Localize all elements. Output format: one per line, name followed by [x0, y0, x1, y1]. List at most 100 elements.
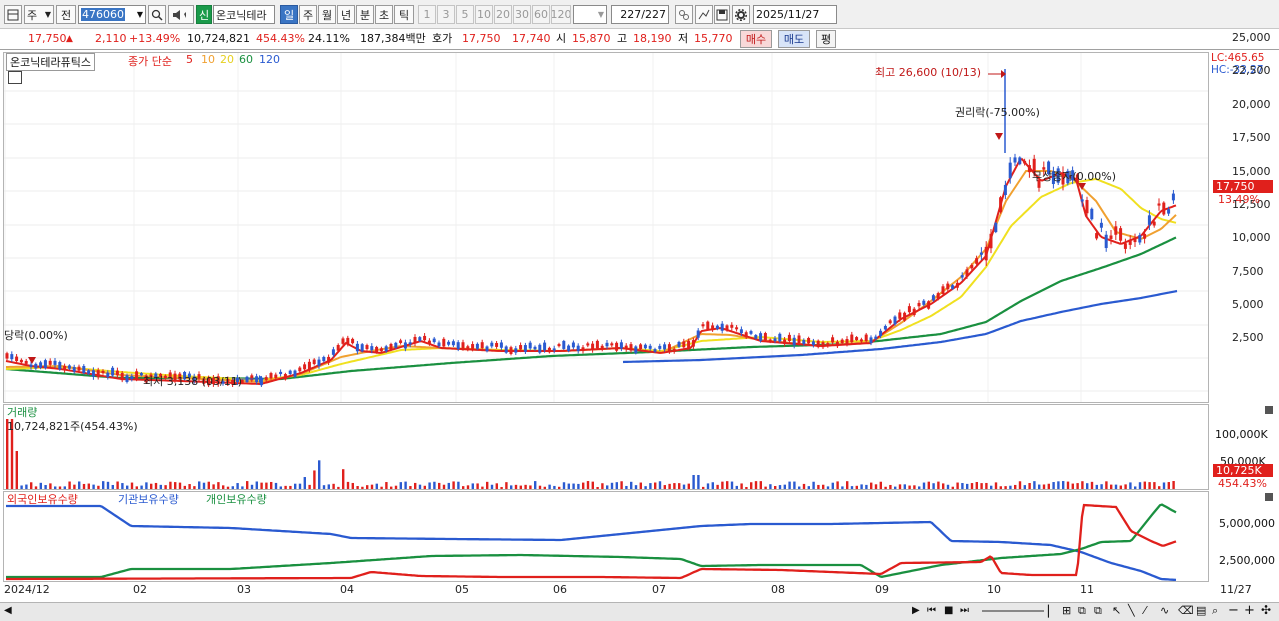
interval-20[interactable]: 20 — [494, 5, 512, 24]
ma-legend-10: 10 — [201, 53, 215, 66]
holding-panel-close-icon[interactable] — [1265, 493, 1273, 501]
tab-year[interactable]: 년 — [337, 5, 355, 24]
tab-day[interactable]: 일 — [280, 5, 298, 24]
volume-bar — [313, 470, 316, 489]
search-icon[interactable] — [148, 5, 166, 24]
volume-bar — [1162, 482, 1166, 489]
holding-line-individual — [6, 503, 1177, 579]
stop-icon[interactable]: ■ — [944, 605, 953, 616]
zoom-slider[interactable] — [982, 610, 1044, 612]
scroll-right-icon[interactable]: ▶ — [912, 605, 920, 616]
pointer-icon[interactable]: ↖ — [1112, 604, 1121, 617]
x-axis-month-label: 06 — [553, 583, 567, 596]
last-price-pct: 13.49% — [1218, 193, 1260, 206]
volume-bar — [1119, 485, 1122, 489]
chevron-down-icon: ▼ — [44, 10, 51, 19]
eval-button[interactable]: 평 — [816, 30, 836, 48]
zoom-out-icon[interactable]: − — [1228, 603, 1239, 618]
save-icon[interactable] — [714, 5, 730, 24]
last-page-icon[interactable]: ⏭ — [960, 605, 969, 616]
volume-panel[interactable] — [3, 404, 1209, 490]
print-icon[interactable]: ▤ — [1196, 604, 1206, 617]
count-field[interactable]: 227/227 — [611, 5, 669, 24]
holding-chart — [6, 503, 1177, 581]
volume-bar — [92, 484, 95, 489]
candle-body — [1003, 184, 1007, 196]
tab-tick[interactable]: 틱 — [394, 5, 414, 24]
candle-body — [1018, 157, 1022, 165]
candle-body — [115, 370, 119, 376]
tab-month[interactable]: 월 — [318, 5, 336, 24]
candle-body — [725, 325, 729, 331]
candle-body — [816, 340, 820, 348]
trend-line-icon[interactable]: ╲ — [1128, 604, 1135, 617]
date-input[interactable]: 2025/11/27 — [753, 5, 837, 24]
candle-body — [552, 348, 556, 351]
volume-bar — [726, 481, 729, 489]
volume-panel-close-icon[interactable] — [1265, 406, 1273, 414]
volume-bar — [606, 485, 609, 489]
code-input[interactable]: 476060 ▼ — [78, 5, 146, 24]
interval-10[interactable]: 10 — [475, 5, 493, 24]
annotation-rights: 권리락(-75.00%) — [955, 106, 1040, 119]
holding-panel[interactable] — [3, 491, 1209, 582]
zoom-handle-icon[interactable]: ▏ — [1048, 605, 1056, 618]
candle-body — [955, 282, 959, 288]
holding-tick-5000000: 5,000,000 — [1219, 517, 1275, 530]
window-icon[interactable]: ⧉ — [1078, 604, 1086, 618]
interval-60[interactable]: 60 — [532, 5, 550, 24]
volume-bar — [572, 483, 575, 489]
volume-bar — [322, 485, 326, 489]
gear-icon[interactable] — [732, 5, 750, 24]
candle-body — [533, 346, 537, 350]
buy-button[interactable]: 매수 — [740, 30, 772, 48]
volume-bar — [1038, 484, 1041, 489]
candle-body — [456, 342, 460, 350]
zoom-in-icon[interactable]: + — [1244, 603, 1255, 618]
interval-5[interactable]: 5 — [456, 5, 474, 24]
volume-bar — [250, 484, 254, 489]
layout-icon[interactable]: ⊞ — [1062, 604, 1071, 617]
scroll-left-icon[interactable]: ◀ — [4, 605, 12, 616]
x-axis-month-label: 02 — [133, 583, 147, 596]
candle-body — [298, 367, 302, 372]
volume-bar — [1023, 485, 1026, 489]
interval-30[interactable]: 30 — [513, 5, 531, 24]
tab-minute[interactable]: 분 — [356, 5, 374, 24]
stock-name-field[interactable]: 온코닉테라 — [213, 5, 275, 24]
interval-120[interactable]: 120 — [551, 5, 571, 24]
volume-bar — [418, 484, 422, 489]
sell-button[interactable]: 매도 — [778, 30, 810, 48]
volume-bar — [961, 483, 964, 489]
tab-week[interactable]: 주 — [299, 5, 317, 24]
volume-bar — [260, 482, 263, 489]
first-page-icon[interactable]: ⏮ — [927, 605, 936, 616]
prev-button[interactable]: 전 — [56, 5, 76, 24]
volume-bar — [337, 486, 340, 489]
search-icon[interactable]: ⌕ — [1212, 604, 1218, 618]
draw-icon[interactable] — [695, 5, 713, 24]
stock-label[interactable]: 온코닉테라퓨틱스 — [6, 53, 95, 71]
price-tick-label: 5,000 — [1232, 298, 1264, 311]
volume-bar — [318, 460, 321, 489]
period-type-select[interactable]: 주 ▼ — [24, 5, 54, 24]
copy-icon[interactable]: ⧉ — [1094, 604, 1102, 618]
link-icon[interactable] — [675, 5, 693, 24]
volume-bar — [87, 483, 90, 489]
interval-3[interactable]: 3 — [437, 5, 455, 24]
expand-icon[interactable]: ✣ — [1261, 603, 1271, 617]
volume-bar — [754, 481, 758, 489]
fibo-icon[interactable]: ⁄ — [1144, 604, 1146, 617]
interval-select[interactable]: ▼ — [573, 5, 607, 24]
chart-type-icon[interactable] — [4, 5, 22, 24]
eraser-icon[interactable]: ⌫ — [1178, 604, 1194, 617]
tab-second[interactable]: 초 — [375, 5, 393, 24]
sound-icon[interactable] — [168, 5, 194, 24]
volume-bar — [222, 485, 225, 489]
interval-1[interactable]: 1 — [418, 5, 436, 24]
draw-shape-icon[interactable]: ∿ — [1160, 604, 1169, 617]
grid-icon[interactable] — [8, 71, 22, 84]
x-axis-month-label: 04 — [340, 583, 354, 596]
volume-bar — [207, 481, 210, 489]
chart-scrollbar[interactable]: ◀ ▶ ⏮ ■ ⏭ ▏ ⊞ ⧉ ⧉ ↖ ╲ ⁄ ∿ ⌫ ▤ ⌕ − + ✣ — [0, 602, 1279, 621]
